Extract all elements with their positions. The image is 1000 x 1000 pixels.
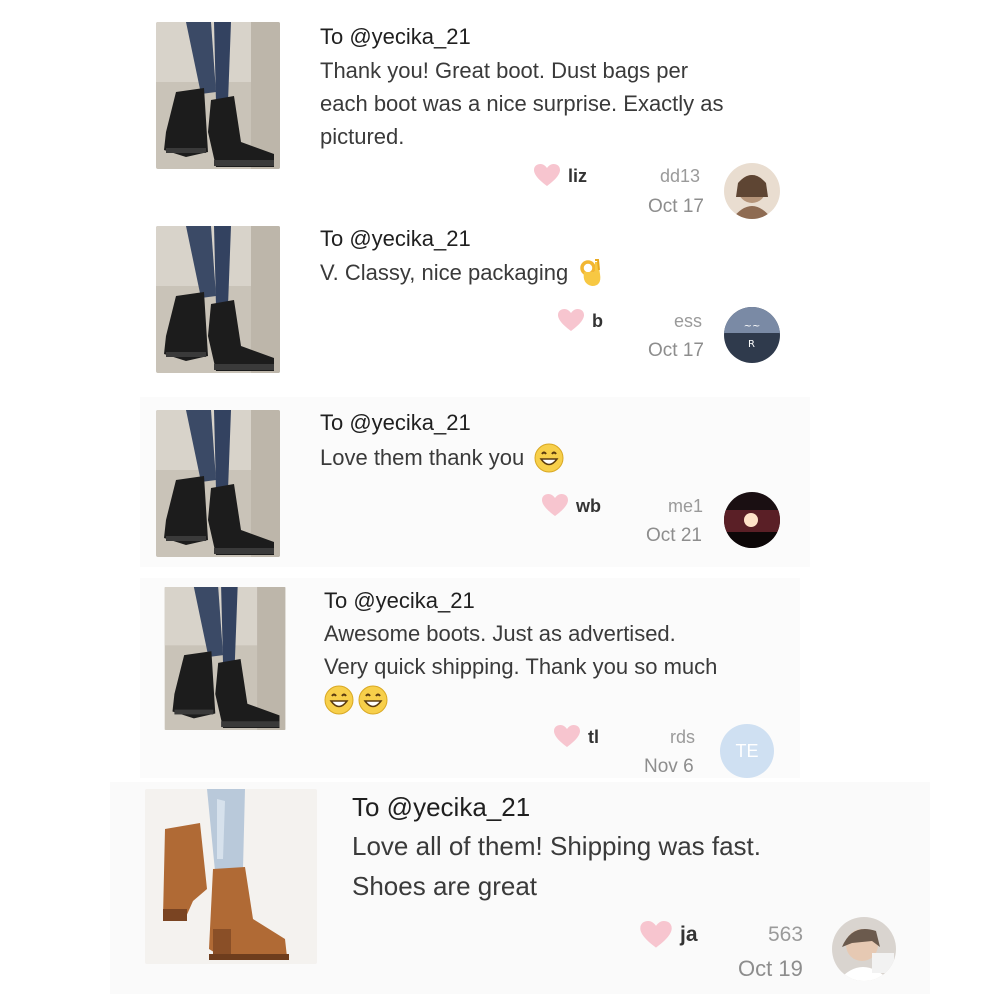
reviewer-username[interactable]: ja	[680, 923, 698, 947]
recipient-label: To @yecika_21	[320, 410, 471, 435]
message-line: V. Classy, nice packaging	[320, 260, 569, 285]
black-boot-photo-icon	[164, 587, 286, 730]
message-line: Awesome boots. Just as advertised.	[324, 621, 676, 646]
recipient-label: To @yecika_21	[324, 588, 475, 613]
reviewer-username[interactable]: tl	[588, 727, 599, 748]
reviews-screenshot: To @yecika_21 Thank you! Great boot. Dus…	[0, 0, 1000, 1000]
recipient-label: To @yecika_21	[320, 24, 471, 49]
initials-avatar-icon[interactable]: TE	[720, 724, 774, 778]
reviewer-username[interactable]: b	[592, 311, 603, 332]
message-line: Shoes are great	[352, 871, 538, 901]
review-message: Love all of them! Shipping was fast. Sho…	[352, 826, 761, 906]
tan-boot-photo-icon	[145, 789, 317, 964]
review-message: Awesome boots. Just as advertised. Very …	[324, 617, 717, 715]
message-line: each boot was a nice surprise. Exactly a…	[320, 91, 724, 116]
reviewer-username[interactable]: wb	[576, 496, 601, 517]
like-heart-icon[interactable]	[558, 309, 584, 333]
sunset-avatar-icon[interactable]	[724, 492, 780, 548]
product-thumbnail[interactable]	[156, 410, 280, 557]
photo-avatar-icon[interactable]	[832, 917, 896, 981]
review-date: Oct 17	[648, 196, 704, 217]
message-line: pictured.	[320, 124, 405, 149]
black-boot-photo-icon	[156, 410, 280, 557]
product-thumbnail[interactable]	[156, 22, 280, 169]
reviewer-username-suffix: 563	[768, 923, 804, 946]
like-heart-icon[interactable]	[542, 494, 568, 518]
avatar-initials: TE	[735, 740, 759, 761]
grinning-face-emoji	[358, 685, 388, 715]
message-line: Very quick shipping. Thank you so much	[324, 654, 718, 679]
recipient-label: To @yecika_21	[320, 226, 471, 251]
ok-hand-emoji	[578, 258, 604, 288]
review-date: Nov 6	[644, 756, 694, 777]
product-thumbnail[interactable]	[145, 789, 317, 964]
photo-avatar-icon[interactable]	[724, 163, 780, 219]
message-line: Love them thank you	[320, 445, 525, 470]
review-message: V. Classy, nice packaging	[320, 256, 604, 289]
review-message: Love them thank you	[320, 441, 564, 474]
emoji-line	[324, 685, 717, 715]
svg-text:R: R	[748, 339, 755, 350]
recipient-label: To @yecika_21	[352, 792, 531, 822]
message-line: Thank you! Great boot. Dust bags per	[320, 58, 689, 83]
reviewer-username[interactable]: liz	[568, 166, 587, 187]
reviewer-username-suffix: ess	[674, 311, 703, 331]
logo-avatar-icon[interactable]: ~~ R	[724, 307, 780, 363]
reviewer-username-suffix: me1	[668, 496, 704, 516]
review-date: Oct 19	[738, 956, 803, 981]
like-heart-icon[interactable]	[554, 725, 580, 749]
grinning-face-emoji	[324, 685, 354, 715]
review-date: Oct 17	[648, 340, 704, 361]
svg-text:~~: ~~	[744, 321, 761, 332]
reviewer-username-suffix: rds	[670, 727, 696, 747]
like-heart-icon[interactable]	[640, 921, 672, 950]
reviewer-username-suffix: dd13	[660, 166, 701, 186]
review-message: Thank you! Great boot. Dust bags per eac…	[320, 54, 724, 153]
message-line: Love all of them! Shipping was fast.	[352, 831, 762, 861]
black-boot-photo-icon	[156, 226, 280, 373]
like-heart-icon[interactable]	[534, 164, 560, 188]
review-date: Oct 21	[646, 525, 702, 546]
grinning-face-emoji	[534, 443, 564, 473]
product-thumbnail[interactable]	[156, 226, 280, 373]
black-boot-photo-icon	[156, 22, 280, 169]
product-thumbnail[interactable]	[164, 587, 286, 730]
